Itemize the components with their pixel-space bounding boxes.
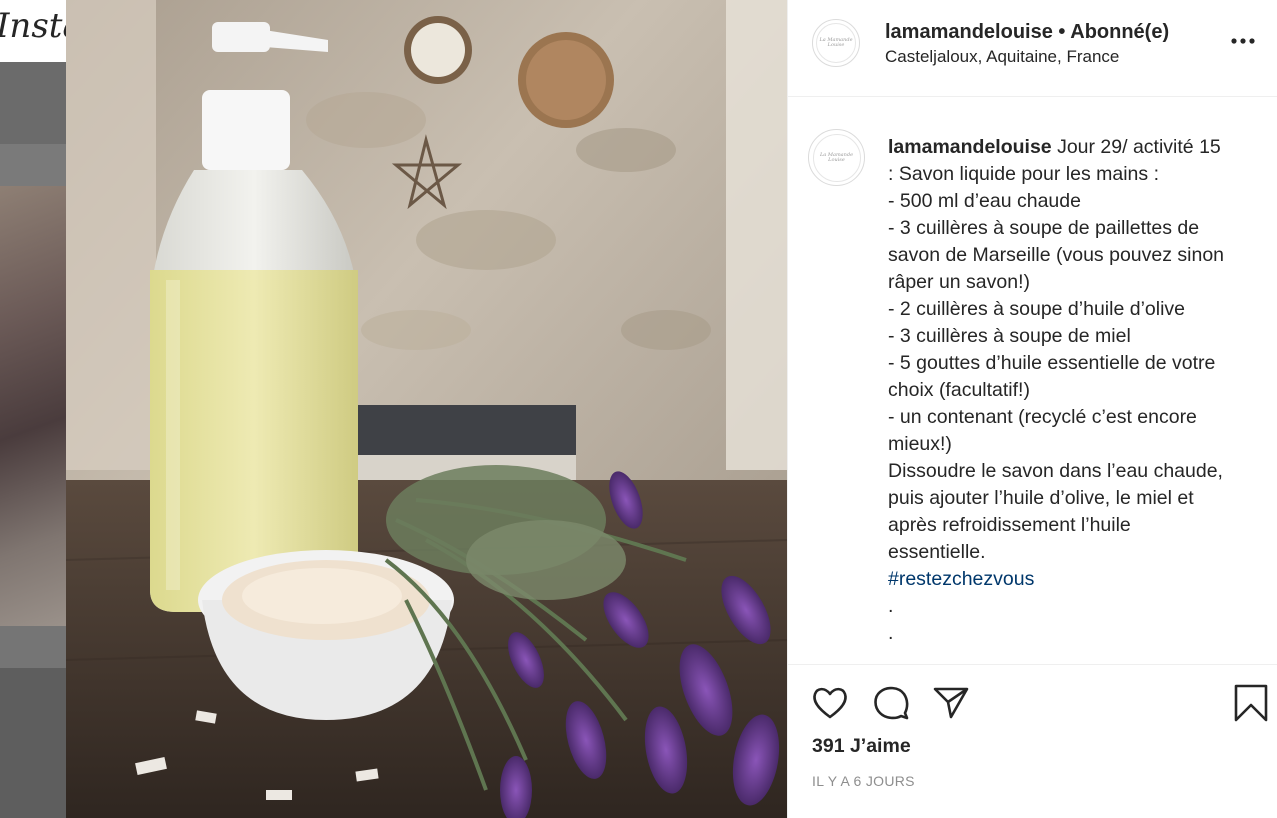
like-button[interactable] [810, 683, 850, 723]
caption-line: - 500 ml d’eau chaude [888, 190, 1081, 212]
caption-line: - 3 cuillères à soupe de miel [888, 325, 1131, 347]
post-image[interactable] [66, 0, 787, 818]
caption-text: lamamandelouise Jour 29/ activité 15 : S… [888, 134, 1258, 647]
caption-line: après refroidissement l’huile [888, 514, 1131, 536]
bookmark-icon [1234, 684, 1268, 722]
post-timestamp[interactable]: IL Y A 6 JOURS [812, 773, 915, 789]
avatar-image: La Mamande Louise [812, 133, 861, 182]
caption-dot: . [888, 595, 894, 617]
caption-line: : Savon liquide pour les mains : [888, 163, 1159, 185]
background-panel [0, 62, 66, 144]
caption-line: savon de Marseille (vous pouvez sinon [888, 244, 1225, 266]
background-photo[interactable] [0, 186, 66, 626]
caption-line: Jour 29/ activité 15 [1057, 136, 1221, 158]
caption-first-line: lamamandelouise Jour 29/ activité 15 [888, 134, 1258, 161]
more-options-button[interactable] [1228, 26, 1258, 56]
caption-line: râper un savon!) [888, 271, 1030, 293]
paper-plane-icon [933, 687, 969, 719]
background-page: Instagram [0, 0, 66, 818]
caption-line: - 5 gouttes d’huile essentielle de votre [888, 352, 1216, 374]
background-panel [0, 668, 66, 818]
background-header: Instagram [0, 0, 66, 62]
post-header-user-line: lamamandelouise • Abonné(e) [885, 21, 1169, 44]
post-modal: La Mamande Louise lamamandelouise • Abon… [66, 0, 1277, 818]
caption-line: - 2 cuillères à soupe d’huile d’olive [888, 298, 1186, 320]
caption-line: essentielle. [888, 541, 986, 563]
caption-line: puis ajouter l’huile d’olive, le miel et [888, 487, 1194, 509]
post-header: La Mamande Louise lamamandelouise • Abon… [788, 0, 1277, 97]
follow-status-button[interactable]: Abonné(e) [1070, 21, 1169, 43]
save-button[interactable] [1231, 683, 1271, 723]
heart-icon [813, 687, 847, 719]
username-link[interactable]: lamamandelouise [885, 21, 1053, 43]
instagram-logo[interactable]: Instagram [0, 6, 66, 46]
caption-dot: . [888, 622, 894, 644]
caption-line: mieux!) [888, 433, 952, 455]
more-options-icon [1231, 38, 1255, 44]
hashtag-link[interactable]: #restezchezvous [888, 566, 1258, 593]
post-actions: 391 J’aime IL Y A 6 JOURS [788, 664, 1277, 818]
comment-icon [874, 686, 909, 720]
background-panel [0, 626, 66, 668]
location-link[interactable]: Casteljaloux, Aquitaine, France [885, 47, 1119, 67]
comment-button[interactable] [871, 683, 911, 723]
caption-line: Dissoudre le savon dans l’eau chaude, [888, 460, 1223, 482]
caption-area: La Mamande Louise lamamandelouise Jour 2… [788, 97, 1277, 664]
share-button[interactable] [931, 683, 971, 723]
instagram-post-view: Instagram [0, 0, 1277, 818]
separator-dot: • [1058, 21, 1066, 43]
post-sidebar: La Mamande Louise lamamandelouise • Abon… [787, 0, 1277, 818]
caption-avatar[interactable]: La Mamande Louise [808, 129, 865, 186]
caption-username-link[interactable]: lamamandelouise [888, 136, 1052, 158]
avatar-image: La Mamande Louise [816, 23, 856, 63]
caption-line: choix (facultatif!) [888, 379, 1030, 401]
post-image-illustration [66, 0, 787, 818]
avatar[interactable]: La Mamande Louise [812, 19, 860, 67]
caption-line: - 3 cuillères à soupe de paillettes de [888, 217, 1200, 239]
likes-count[interactable]: 391 J’aime [812, 735, 911, 758]
background-panel [0, 144, 66, 186]
caption-line: - un contenant (recyclé c’est encore [888, 406, 1197, 428]
